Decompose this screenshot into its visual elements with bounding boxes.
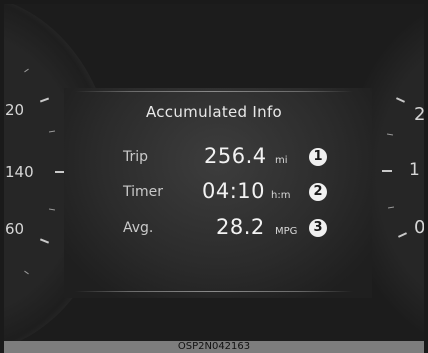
average-value: 28.2	[216, 215, 265, 239]
panel-divider-bottom	[75, 291, 353, 292]
timer-value: 04:10	[202, 179, 266, 203]
trip-unit: mi	[275, 155, 288, 166]
timer-label: Timer	[123, 184, 164, 200]
timer-unit: h:m	[271, 190, 291, 201]
timer-row: Timer 04:10 h:m 2	[0, 179, 428, 210]
trip-row: Trip 256.4 mi 1	[0, 144, 428, 175]
figure-code: OSP2N042163	[4, 341, 424, 353]
callout-badge: 2	[309, 183, 327, 201]
panel-divider-top	[75, 91, 353, 92]
trip-value: 256.4	[204, 144, 267, 168]
callout-badge: 1	[309, 148, 327, 166]
average-label: Avg.	[123, 220, 154, 236]
callout-badge: 3	[309, 219, 327, 237]
panel-title: Accumulated Info	[145, 103, 283, 121]
average-unit: MPG	[275, 226, 298, 237]
trip-label: Trip	[123, 149, 149, 165]
average-row: Avg. 28.2 MPG 3	[0, 215, 428, 246]
